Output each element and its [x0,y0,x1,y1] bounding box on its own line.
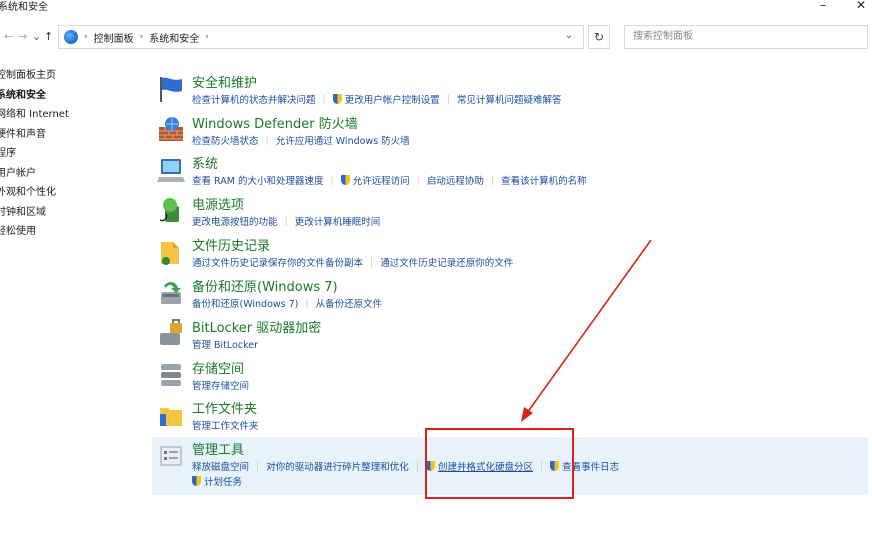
annotation-highlight-box [425,428,574,499]
uac-shield-icon [192,476,201,486]
link-troubleshoot[interactable]: 常见计算机问题疑难解答 [457,92,562,106]
link-manage-storage[interactable]: 管理存储空间 [192,378,249,392]
sidebar-item-programs[interactable]: 程序 [0,144,69,164]
breadcrumb-system-security[interactable]: 系统和安全 [149,30,199,45]
breadcrumb-separator: › [205,32,209,42]
back-button[interactable]: ← [4,30,13,43]
link-remote-access[interactable]: 允许远程访问 [353,173,410,187]
recent-locations-button[interactable]: ⌄ [32,30,41,43]
uac-shield-icon [340,175,350,185]
title-bar: 系统和安全 – ✕ [0,0,872,18]
category-title[interactable]: BitLocker 驱动器加密 [192,317,321,336]
computer-icon [157,159,185,182]
sidebar-item-appearance[interactable]: 外观和个性化 [0,183,69,203]
work-folders-icon [160,408,182,426]
sidebar-item-user-accounts[interactable]: 用户帐户 [0,164,69,184]
link-view-ram[interactable]: 查看 RAM 的大小和处理器速度 [192,173,323,187]
link-task-scheduler[interactable]: 计划任务 [204,474,242,488]
link-restore-from-backup[interactable]: 从备份还原文件 [316,296,383,310]
link-manage-work-folders[interactable]: 管理工作文件夹 [192,418,259,432]
category-title[interactable]: 备份和还原(Windows 7) [192,276,338,295]
link-firewall-status[interactable]: 检查防火墙状态 [192,133,259,147]
uac-shield-icon [332,94,342,104]
sidebar-item-home[interactable]: 控制面板主页 [0,66,69,86]
breadcrumb-separator: › [84,32,88,42]
forward-button[interactable]: → [18,30,27,43]
category-title[interactable]: 工作文件夹 [192,398,257,417]
link-power-button[interactable]: 更改电源按钮的功能 [192,214,278,228]
control-panel-icon [64,30,78,44]
minimize-button[interactable]: – [820,0,826,12]
category-title[interactable]: 安全和维护 [192,72,257,91]
flag-icon [160,77,182,102]
backup-icon [161,282,181,304]
sidebar-item-ease-of-access[interactable]: 轻松使用 [0,222,69,242]
power-icon [159,198,179,222]
link-free-disk-space[interactable]: 释放磁盘空间 [192,459,249,473]
category-title[interactable]: 存储空间 [192,358,244,377]
link-save-backup[interactable]: 通过文件历史记录保存你的文件备份副本 [192,255,363,269]
link-check-status[interactable]: 检查计算机的状态并解决问题 [192,92,316,106]
category-title[interactable]: 管理工具 [192,439,244,458]
category-title[interactable]: Windows Defender 防火墙 [192,113,358,132]
sidebar: 控制面板主页 系统和安全 网络和 Internet 硬件和声音 程序 用户帐户 … [0,66,69,242]
breadcrumb-control-panel[interactable]: 控制面板 [94,30,134,45]
window-title: 系统和安全 [0,2,48,13]
link-defragment[interactable]: 对你的驱动器进行碎片整理和优化 [266,459,409,473]
link-uac-settings[interactable]: 更改用户帐户控制设置 [345,92,440,106]
address-bar[interactable]: › 控制面板 › 系统和安全 › ⌄ [58,25,584,49]
link-sleep-time[interactable]: 更改计算机睡眠时间 [295,214,381,228]
control-panel-window: 系统和安全 – ✕ ← → ⌄ ↑ › 控制面板 › 系统和安全 › ⌄ ↻ 搜… [0,0,872,544]
firewall-icon [159,117,183,141]
link-allow-app[interactable]: 允许应用通过 Windows 防火墙 [276,133,410,147]
category-title[interactable]: 文件历史记录 [192,235,270,254]
up-button[interactable]: ↑ [44,30,53,43]
link-backup-restore[interactable]: 备份和还原(Windows 7) [192,296,298,310]
sidebar-item-clock-region[interactable]: 时钟和区域 [0,203,69,223]
breadcrumb-separator: › [139,32,144,42]
admin-tools-icon [160,446,182,466]
refresh-button[interactable]: ↻ [588,25,610,49]
link-computer-name[interactable]: 查看该计算机的名称 [501,173,587,187]
navigation-bar: ← → ⌄ ↑ › 控制面板 › 系统和安全 › ⌄ ↻ 搜索控制面板 [0,25,872,51]
search-input[interactable]: 搜索控制面板 [624,25,868,49]
category-title[interactable]: 系统 [192,153,218,172]
link-manage-bitlocker[interactable]: 管理 BitLocker [192,337,258,351]
sidebar-item-system-security[interactable]: 系统和安全 [0,86,69,106]
storage-icon [161,364,181,386]
bitlocker-icon [160,319,182,345]
close-button[interactable]: ✕ [856,0,866,12]
file-history-icon [161,242,179,265]
sidebar-item-hardware-sound[interactable]: 硬件和声音 [0,125,69,145]
sidebar-item-network[interactable]: 网络和 Internet [0,105,69,125]
link-remote-assistance[interactable]: 启动远程协助 [427,173,484,187]
link-restore-files[interactable]: 通过文件历史记录还原你的文件 [380,255,513,269]
category-title[interactable]: 电源选项 [192,194,244,213]
chevron-down-icon[interactable]: ⌄ [565,30,573,41]
